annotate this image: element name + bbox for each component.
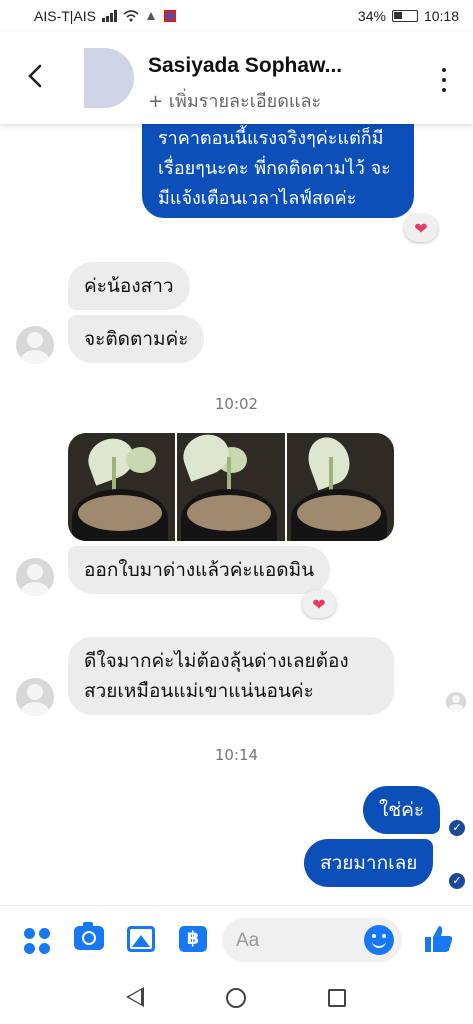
back-arrow-icon[interactable] — [26, 62, 50, 94]
message-line: สวยเหมือนแม่เขาแน่นอนค่ะ — [84, 680, 314, 702]
message-timestamp: 10:02 — [214, 395, 259, 413]
nav-recents-icon[interactable] — [328, 989, 346, 1007]
outgoing-message[interactable]: ใช่ค่ะ — [363, 786, 441, 834]
heart-reaction-icon[interactable]: ❤ — [302, 590, 336, 618]
message-text: สวยมากเลย — [320, 852, 418, 874]
like-icon[interactable] — [422, 923, 454, 955]
incoming-message[interactable]: ออกใบมาด่างแล้วค่ะแอดมิน — [68, 546, 331, 594]
message-text: ค่ะน้องสาว — [84, 275, 174, 297]
wifi-icon — [123, 10, 139, 22]
payment-icon[interactable]: ฿ — [179, 926, 207, 954]
incoming-message[interactable]: ค่ะน้องสาว — [68, 262, 190, 310]
camera-icon[interactable] — [74, 906, 104, 950]
seen-avatar — [446, 692, 466, 712]
incoming-message[interactable]: ดีใจมากค่ะไม่ต้องลุ้นด่างเลยต้อง สวยเหมื… — [68, 637, 394, 715]
signal-icon — [101, 10, 117, 22]
sender-avatar[interactable] — [16, 326, 54, 364]
battery-icon — [391, 10, 418, 22]
sender-avatar[interactable] — [16, 678, 54, 716]
plant-photo[interactable] — [286, 433, 394, 541]
nav-home-icon[interactable] — [226, 988, 246, 1008]
message-line: เรื่อยๆนะคะ พี่กดติดตามไว้ จะ — [158, 158, 391, 179]
outgoing-message[interactable]: สวยมากเลย — [304, 839, 434, 887]
delivered-check-icon: ✓ — [449, 820, 465, 836]
photo-attachments[interactable] — [68, 433, 394, 541]
contact-name[interactable]: Sasiyada Sophaw... — [148, 54, 342, 78]
app-notification-icon — [163, 10, 176, 22]
message-text: ออกใบมาด่างแล้วค่ะแอดมิน — [84, 559, 315, 581]
message-line: ราคาตอนนี้แรงจริงๆค่ะแต่ก็มี — [158, 128, 384, 149]
contact-subtitle[interactable]: + เพิ่มรายละเอียดและ — [148, 86, 321, 115]
sender-avatar[interactable] — [16, 558, 54, 596]
message-text: ใช่ค่ะ — [379, 799, 425, 821]
heart-reaction-icon[interactable]: ❤ — [404, 214, 438, 242]
message-line: มีแจ้งเตือนเวลาไลฟ์สดค่ะ — [158, 188, 357, 209]
contact-avatar[interactable] — [84, 48, 134, 108]
system-nav-bar — [0, 971, 473, 1024]
apps-icon[interactable] — [24, 928, 52, 956]
message-input[interactable]: Aa — [222, 918, 402, 962]
status-bar: AIS-T|AIS 34% 10:18 — [0, 0, 473, 32]
notification-icon — [146, 12, 155, 20]
delivered-check-icon: ✓ — [449, 873, 465, 889]
message-composer: ฿ Aa — [0, 905, 473, 971]
incoming-message[interactable]: จะติดตามค่ะ — [68, 315, 205, 363]
conversation-header: Sasiyada Sophaw... + เพิ่มรายละเอียดและ — [0, 32, 473, 124]
more-options-icon[interactable] — [438, 68, 450, 92]
nav-back-icon[interactable] — [126, 987, 144, 1007]
gallery-icon[interactable] — [127, 926, 155, 954]
message-timestamp: 10:14 — [214, 746, 259, 764]
plant-photo[interactable] — [68, 433, 176, 541]
message-input-placeholder: Aa — [236, 930, 260, 951]
outgoing-message[interactable]: ราคาตอนนี้แรงจริงๆค่ะแต่ก็มี เรื่อยๆนะคะ… — [142, 110, 414, 218]
message-line: ดีใจมากค่ะไม่ต้องลุ้นด่างเลยต้อง — [84, 650, 349, 672]
status-time: 10:18 — [423, 8, 459, 24]
emoji-icon[interactable] — [364, 925, 394, 955]
carrier-label: AIS-T|AIS — [34, 8, 96, 24]
battery-percent: 34% — [357, 8, 386, 24]
message-text: จะติดตามค่ะ — [84, 328, 189, 350]
plant-photo[interactable] — [177, 433, 285, 541]
